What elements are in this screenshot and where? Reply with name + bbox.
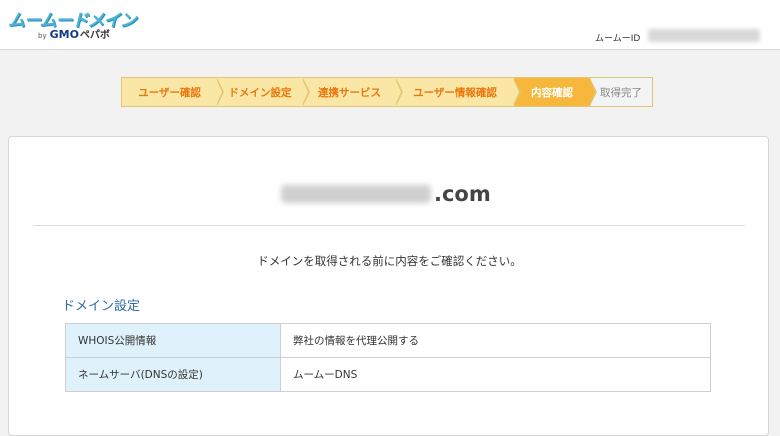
step-label: 連携サービス	[318, 86, 381, 99]
domain-tld: .com	[434, 182, 491, 206]
logo-byline: by GMOペパボ	[38, 26, 110, 41]
divider	[33, 225, 745, 226]
confirm-message: ドメインを取得される前に内容をご確認ください。	[257, 254, 522, 268]
nameserver-value: ムームーDNS	[280, 357, 711, 392]
step-label: ドメイン設定	[228, 86, 292, 99]
step-arrow-icon	[216, 78, 224, 106]
logo-by: by	[38, 32, 47, 40]
whois-label: WHOIS公開情報	[65, 323, 281, 358]
step-user-info-confirm: ユーザー情報確認	[396, 78, 521, 106]
logo-gmo: GMO	[49, 28, 79, 41]
muumuu-id-redacted	[648, 29, 760, 42]
whois-value: 弊社の情報を代理公開する	[280, 323, 711, 358]
domain-settings-table: WHOIS公開情報 弊社の情報を代理公開する ネームサーバ(DNSの設定) ムー…	[65, 323, 711, 392]
table-row: ネームサーバ(DNSの設定) ムームーDNS	[65, 357, 711, 392]
domain-name-redacted	[281, 185, 431, 203]
table-row: WHOIS公開情報 弊社の情報を代理公開する	[65, 323, 711, 358]
step-domain-settings: ドメイン設定	[217, 78, 310, 106]
step-label: 内容確認	[531, 86, 573, 99]
step-arrow-icon	[302, 78, 310, 106]
step-label: 取得完了	[600, 86, 642, 99]
logo-pepabo: ペパボ	[79, 30, 110, 41]
step-content-confirm: 内容確認	[514, 78, 597, 106]
step-label: ユーザー情報確認	[413, 86, 497, 99]
step-linked-services: 連携サービス	[303, 78, 403, 106]
muumuu-domain-logo[interactable]: ムームードメイン by GMOペパボ	[8, 6, 138, 42]
section-title: ドメイン設定	[62, 299, 141, 314]
step-user-confirm: ユーザー確認	[122, 78, 224, 106]
step-label: ユーザー確認	[138, 86, 201, 99]
step-arrow-icon	[513, 78, 521, 106]
confirmation-card: .com ドメインを取得される前に内容をご確認ください。 ドメイン設定 WHOI…	[8, 136, 769, 436]
domain-name: .com	[281, 181, 491, 207]
step-acquisition-complete: 取得完了	[590, 78, 652, 106]
step-arrow-icon	[589, 78, 597, 106]
muumuu-id-label: ムームーID	[595, 34, 641, 44]
nameserver-label: ネームサーバ(DNSの設定)	[65, 357, 281, 392]
progress-steps: ユーザー確認 ドメイン設定 連携サービス ユーザー情報確認 内容確認 取得完了	[121, 77, 653, 107]
site-header: ムームードメイン by GMOペパボ ムームーID	[0, 0, 780, 50]
step-arrow-icon	[395, 78, 403, 106]
